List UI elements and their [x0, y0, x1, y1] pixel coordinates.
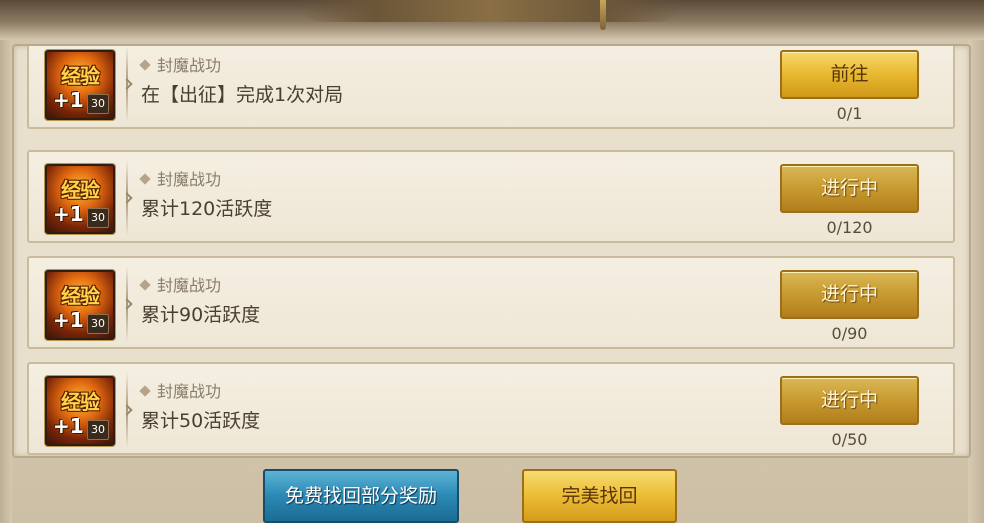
divider [126, 372, 128, 448]
task-category: 封魔战功 [139, 166, 222, 190]
diamond-icon [139, 384, 151, 397]
banner-ornament [300, 0, 680, 22]
go-button[interactable]: 前往 [780, 50, 919, 99]
diamond-icon [139, 278, 151, 291]
task-category-label: 封魔战功 [157, 56, 222, 75]
task-description: 累计50活跃度 [141, 410, 261, 432]
task-row: 经验 +1 30 封魔战功 累计120活跃度 进行中 0/120 [27, 150, 955, 243]
left-edge [0, 40, 12, 523]
reward-label: 经验 [61, 64, 100, 88]
task-description: 在【出征】完成1次对局 [141, 84, 344, 106]
task-category: 封魔战功 [139, 378, 222, 402]
reward-count: 30 [87, 94, 109, 114]
task-category-label: 封魔战功 [157, 276, 222, 295]
reward-count: 30 [87, 208, 109, 228]
task-list-panel[interactable]: 经验 +1 30 封魔战功 在【出征】完成1次对局 前往 0/1 经验 +1 3… [12, 44, 971, 458]
task-category-label: 封魔战功 [157, 170, 222, 189]
task-progress: 0/50 [831, 430, 868, 449]
diamond-icon [139, 172, 151, 185]
diamond-icon [139, 58, 151, 71]
banner-tip [600, 0, 606, 30]
reward-label: 经验 [61, 284, 100, 308]
reward-count: 30 [87, 420, 109, 440]
divider [126, 266, 128, 342]
reward-plus: +1 [53, 88, 84, 112]
free-recover-button[interactable]: 免费找回部分奖励 [263, 469, 459, 523]
reward-plus: +1 [53, 414, 84, 438]
task-progress: 0/120 [826, 218, 873, 237]
in-progress-button[interactable]: 进行中 [780, 164, 919, 213]
divider [126, 46, 128, 122]
reward-label: 经验 [61, 178, 100, 202]
task-category: 封魔战功 [139, 272, 222, 296]
task-row: 经验 +1 30 封魔战功 累计50活跃度 进行中 0/50 [27, 362, 955, 455]
reward-plus: +1 [53, 202, 84, 226]
task-progress: 0/90 [831, 324, 868, 343]
exp-reward-icon: 经验 +1 30 [45, 376, 115, 446]
exp-reward-icon: 经验 +1 30 [45, 164, 115, 234]
divider [126, 160, 128, 236]
top-banner [0, 0, 984, 40]
task-category-label: 封魔战功 [157, 382, 222, 401]
exp-reward-icon: 经验 +1 30 [45, 50, 115, 120]
task-description: 累计120活跃度 [141, 198, 273, 220]
reward-count: 30 [87, 314, 109, 334]
perfect-recover-button[interactable]: 完美找回 [522, 469, 677, 523]
task-row: 经验 +1 30 封魔战功 在【出征】完成1次对局 前往 0/1 [27, 46, 955, 129]
in-progress-button[interactable]: 进行中 [780, 270, 919, 319]
reward-label: 经验 [61, 390, 100, 414]
reward-plus: +1 [53, 308, 84, 332]
in-progress-button[interactable]: 进行中 [780, 376, 919, 425]
task-category: 封魔战功 [139, 52, 222, 76]
task-description: 累计90活跃度 [141, 304, 261, 326]
bottom-bar: 免费找回部分奖励 完美找回 [0, 456, 984, 523]
task-row: 经验 +1 30 封魔战功 累计90活跃度 进行中 0/90 [27, 256, 955, 349]
task-progress: 0/1 [836, 104, 863, 123]
exp-reward-icon: 经验 +1 30 [45, 270, 115, 340]
